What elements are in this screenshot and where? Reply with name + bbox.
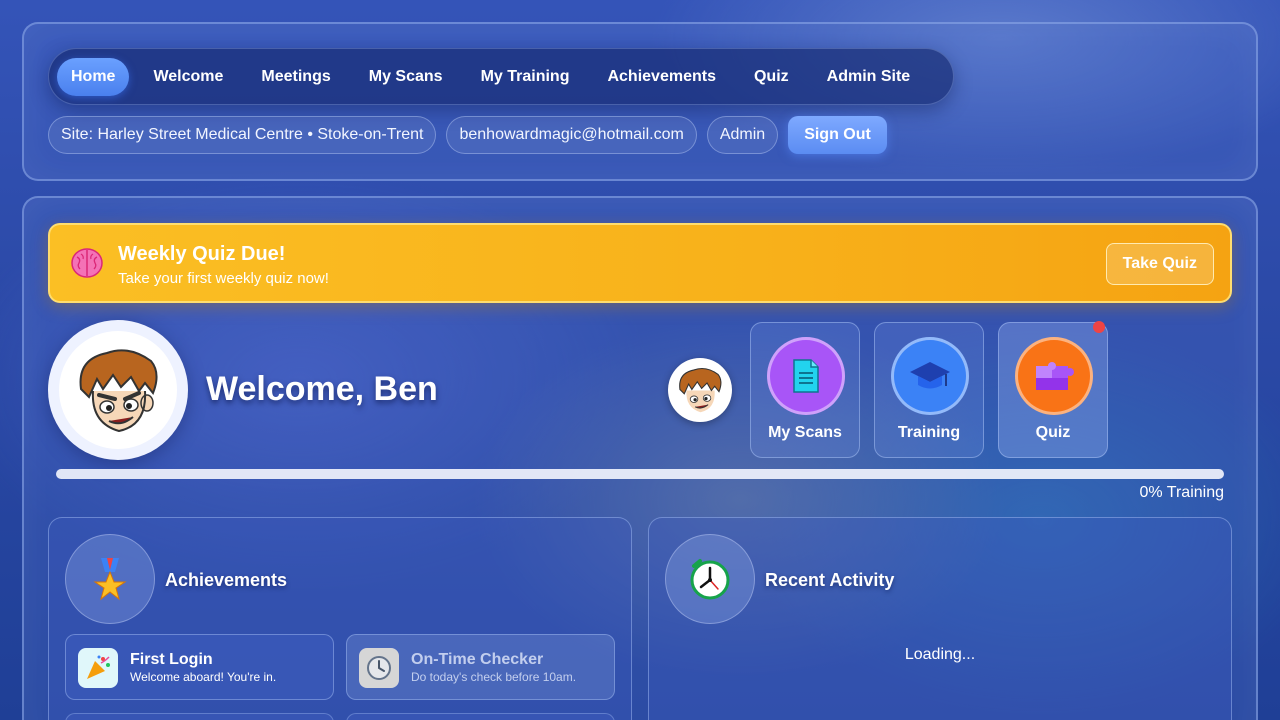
achievement-item[interactable] — [65, 713, 334, 720]
quick-link-label: Quiz — [1035, 424, 1071, 441]
small-avatar-icon[interactable] — [668, 358, 732, 422]
notification-badge — [1093, 321, 1105, 333]
role-pill: Admin — [706, 116, 779, 154]
nav-welcome[interactable]: Welcome — [139, 58, 237, 96]
recent-activity-title: Recent Activity — [765, 570, 895, 590]
quick-link-label: Training — [897, 424, 961, 441]
quick-link-training[interactable]: Training — [874, 322, 984, 458]
achievement-first-login[interactable]: First Login Welcome aboard! You're in. — [65, 634, 334, 700]
achievement-title: First Login — [130, 651, 213, 668]
graduation-cap-icon — [891, 337, 969, 415]
welcome-heading: Welcome, Ben — [206, 370, 438, 408]
cartoon-avatar-icon — [59, 331, 177, 449]
nav-my-scans[interactable]: My Scans — [355, 58, 457, 96]
achievements-card: Achievements First Login Welcome aboard!… — [48, 517, 632, 720]
user-avatar — [48, 320, 188, 460]
training-progress-bar — [56, 469, 1224, 479]
loading-text: Loading... — [904, 646, 976, 663]
nav-achievements[interactable]: Achievements — [593, 58, 730, 96]
quick-link-quiz[interactable]: Quiz — [998, 321, 1108, 458]
brain-icon — [70, 246, 104, 280]
take-quiz-button[interactable]: Take Quiz — [1105, 243, 1214, 285]
quick-link-label: My Scans — [768, 424, 842, 441]
nav-meetings[interactable]: Meetings — [247, 58, 344, 96]
achievement-desc: Do today's check before 10am. — [411, 670, 577, 684]
nav-home[interactable]: Home — [57, 57, 130, 96]
achievement-desc: Welcome aboard! You're in. — [130, 670, 277, 684]
email-pill: benhowardmagic@hotmail.com — [446, 116, 697, 154]
nav-quiz[interactable]: Quiz — [740, 58, 803, 96]
medal-icon — [65, 534, 155, 624]
achievement-on-time-checker[interactable]: On-Time Checker Do today's check before … — [346, 634, 615, 700]
banner-subtitle: Take your first weekly quiz now! — [118, 270, 329, 287]
site-pill: Site: Harley Street Medical Centre • Sto… — [48, 116, 437, 154]
quiz-due-banner: Weekly Quiz Due! Take your first weekly … — [48, 223, 1232, 303]
nav-admin-site[interactable]: Admin Site — [813, 58, 925, 96]
achievement-title: On-Time Checker — [411, 651, 544, 668]
banner-title: Weekly Quiz Due! — [118, 243, 286, 265]
main-nav: Home Welcome Meetings My Scans My Traini… — [48, 48, 954, 105]
training-progress-label: 0% Training — [1139, 484, 1225, 501]
user-info-row: Site: Harley Street Medical Centre • Sto… — [48, 116, 887, 154]
clock-icon — [359, 648, 399, 688]
alarm-clock-icon — [665, 534, 755, 624]
achievement-item[interactable] — [346, 713, 615, 720]
quick-link-my-scans[interactable]: My Scans — [750, 322, 860, 458]
achievements-title: Achievements — [165, 570, 288, 590]
nav-my-training[interactable]: My Training — [467, 58, 584, 96]
puzzle-icon — [1015, 337, 1093, 415]
sign-out-button[interactable]: Sign Out — [788, 116, 887, 154]
document-icon — [767, 337, 845, 415]
recent-activity-card: Recent Activity Loading... — [648, 517, 1232, 720]
party-popper-icon — [78, 648, 118, 688]
